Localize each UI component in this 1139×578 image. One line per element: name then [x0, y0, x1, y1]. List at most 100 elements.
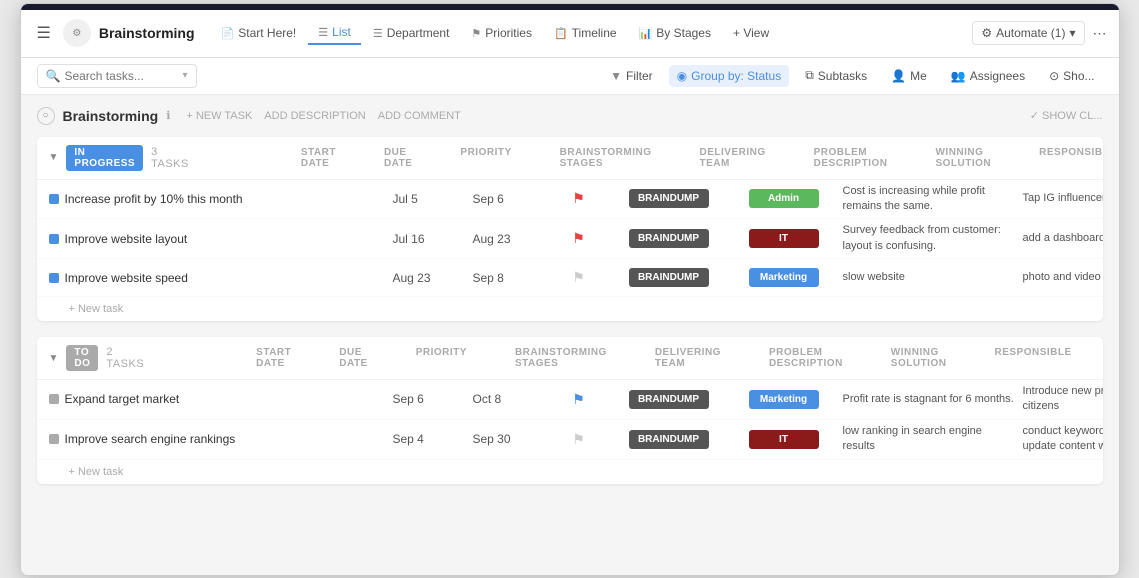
status-badge-in-progress: IN PROGRESS: [66, 145, 143, 171]
start-date: Jul 16: [389, 230, 469, 248]
col-priority: PRIORITY: [456, 145, 515, 171]
tab-by-stages[interactable]: 📊 By Stages: [629, 22, 721, 44]
assignees-button[interactable]: 👥 Assignees: [943, 65, 1033, 87]
start-here-icon: 📄: [221, 27, 235, 40]
automate-icon: ⚙: [981, 26, 992, 40]
problem-description: Profit rate is stagnant for 6 months.: [839, 392, 1019, 407]
task-name-cell: Increase profit by 10% this month: [49, 192, 389, 206]
team-badge: IT: [749, 430, 819, 449]
status-badge-to-do: TO DO: [66, 345, 98, 371]
team-cell: Marketing: [729, 390, 839, 409]
table-row: Expand target market Sep 6 Oct 8 ⚑ BRAIN…: [37, 380, 1103, 420]
collapse-icon[interactable]: ▼: [49, 349, 59, 367]
stage-cell: BRAINDUMP: [609, 390, 729, 409]
add-comment-button[interactable]: ADD COMMENT: [378, 110, 461, 122]
col-responsible-2: RESPONSIBLE: [990, 345, 1075, 371]
team-badge: Marketing: [749, 390, 819, 409]
collapse-icon[interactable]: ▼: [49, 149, 59, 167]
new-task-button-to-do[interactable]: + New task: [37, 460, 1103, 484]
col-responsible: RESPONSIBLE: [1035, 145, 1102, 171]
team-badge: Admin: [749, 189, 819, 208]
priority-flag[interactable]: ⚑: [549, 230, 609, 247]
task-name[interactable]: Improve search engine rankings: [65, 432, 236, 446]
flag-icon: ⚑: [572, 391, 585, 408]
app-window: ☰ ⚙ Brainstorming 📄 Start Here! ☰ List ☰…: [20, 3, 1120, 576]
winning-solution: conduct keyword research and update cont…: [1019, 424, 1103, 455]
task-color-dot: [49, 194, 59, 204]
col-brainstorming-stages-2: BRAINSTORMING STAGES: [511, 345, 611, 371]
toolbar: 🔍 ▾ ▼ Filter ◉ Group by: Status ⧉ Subtas…: [21, 58, 1119, 95]
subtasks-button[interactable]: ⧉ Subtasks: [797, 64, 875, 87]
me-button[interactable]: 👤 Me: [883, 65, 935, 87]
priority-flag[interactable]: ⚑: [549, 391, 609, 408]
task-name[interactable]: Expand target market: [65, 392, 180, 406]
col-delivering-team-2: DELIVERING TEAM: [651, 345, 725, 371]
breadcrumb: ○ Brainstorming ℹ + NEW TASK ADD DESCRIP…: [37, 107, 1103, 125]
problem-description: slow website: [839, 270, 1019, 285]
stage-cell: BRAINDUMP: [609, 189, 729, 208]
stage-badge: BRAINDUMP: [629, 390, 709, 409]
col-due-date: DUE DATE: [380, 145, 416, 171]
add-description-button[interactable]: ADD DESCRIPTION: [264, 110, 365, 122]
search-input[interactable]: [64, 69, 178, 83]
task-count-in-progress: 3 TASKS: [151, 146, 189, 170]
stage-badge: BRAINDUMP: [629, 430, 709, 449]
team-badge: Marketing: [749, 268, 819, 287]
due-date: Sep 30: [469, 430, 549, 448]
priorities-icon: ⚑: [471, 27, 481, 40]
task-name[interactable]: Improve website speed: [65, 271, 188, 285]
menu-icon[interactable]: ☰: [33, 19, 55, 47]
problem-description: low ranking in search engine results: [839, 424, 1019, 455]
priority-flag[interactable]: ⚑: [549, 190, 609, 207]
toolbar-right: ▼ Filter ◉ Group by: Status ⧉ Subtasks 👤…: [602, 64, 1102, 87]
col-start-date: START DATE: [297, 145, 340, 171]
search-box[interactable]: 🔍 ▾: [37, 64, 197, 88]
flag-icon: ⚑: [572, 230, 585, 247]
group-header-to-do: ▼ TO DO 2 TASKS START DATE DUE DATE PRIO…: [37, 337, 1103, 380]
filter-icon: ▼: [610, 69, 622, 83]
task-name[interactable]: Improve website layout: [65, 232, 188, 246]
stage-cell: BRAINDUMP: [609, 229, 729, 248]
tab-timeline[interactable]: 📋 Timeline: [544, 22, 627, 44]
task-color-dot: [49, 394, 59, 404]
tab-department[interactable]: ☰ Department: [363, 22, 460, 44]
new-task-button-in-progress[interactable]: + New task: [37, 297, 1103, 321]
due-date: Oct 8: [469, 390, 549, 408]
logo-icon: ⚙: [72, 28, 81, 39]
task-color-dot: [49, 434, 59, 444]
nav-tabs: 📄 Start Here! ☰ List ☰ Department ⚑ Prio…: [211, 21, 965, 45]
department-icon: ☰: [373, 27, 383, 40]
app-logo: ⚙: [63, 19, 91, 47]
filter-button[interactable]: ▼ Filter: [602, 65, 661, 87]
table-row: Increase profit by 10% this month Jul 5 …: [37, 180, 1103, 220]
stage-cell: BRAINDUMP: [609, 268, 729, 287]
show-closed-button[interactable]: ✓ SHOW CL...: [1030, 109, 1103, 122]
automate-button[interactable]: ⚙ Automate (1) ▾: [972, 21, 1084, 45]
stages-icon: 📊: [639, 27, 653, 40]
new-task-button[interactable]: + NEW TASK: [186, 110, 252, 122]
winning-solution: Introduce new product for senior citizen…: [1019, 384, 1103, 415]
tab-start-here[interactable]: 📄 Start Here!: [211, 22, 307, 44]
stage-badge: BRAINDUMP: [629, 268, 709, 287]
tab-priorities[interactable]: ⚑ Priorities: [461, 22, 542, 44]
tab-add-view[interactable]: + View: [723, 22, 779, 44]
table-row: Improve website layout Jul 16 Aug 23 ⚑ B…: [37, 219, 1103, 259]
due-date: Sep 6: [469, 190, 549, 208]
problem-description: Cost is increasing while profit remains …: [839, 184, 1019, 215]
header-actions: ⚙ Automate (1) ▾ ⋯: [972, 21, 1106, 45]
problem-description: Survey feedback from customer: layout is…: [839, 223, 1019, 254]
task-color-dot: [49, 234, 59, 244]
due-date: Aug 23: [469, 230, 549, 248]
due-date: Sep 8: [469, 269, 549, 287]
tab-list[interactable]: ☰ List: [308, 21, 361, 45]
share-icon[interactable]: ⋯: [1093, 25, 1107, 42]
group-by-button[interactable]: ◉ Group by: Status: [669, 65, 790, 87]
priority-flag[interactable]: ⚑: [549, 269, 609, 286]
page-title: Brainstorming: [63, 108, 159, 124]
col-winning-solution-2: WINNING SOLUTION: [887, 345, 951, 371]
task-name[interactable]: Increase profit by 10% this month: [65, 192, 243, 206]
stage-cell: BRAINDUMP: [609, 430, 729, 449]
col-problem-desc: PROBLEM DESCRIPTION: [810, 145, 892, 171]
show-button[interactable]: ⊙ Sho...: [1041, 65, 1102, 87]
priority-flag[interactable]: ⚑: [549, 431, 609, 448]
